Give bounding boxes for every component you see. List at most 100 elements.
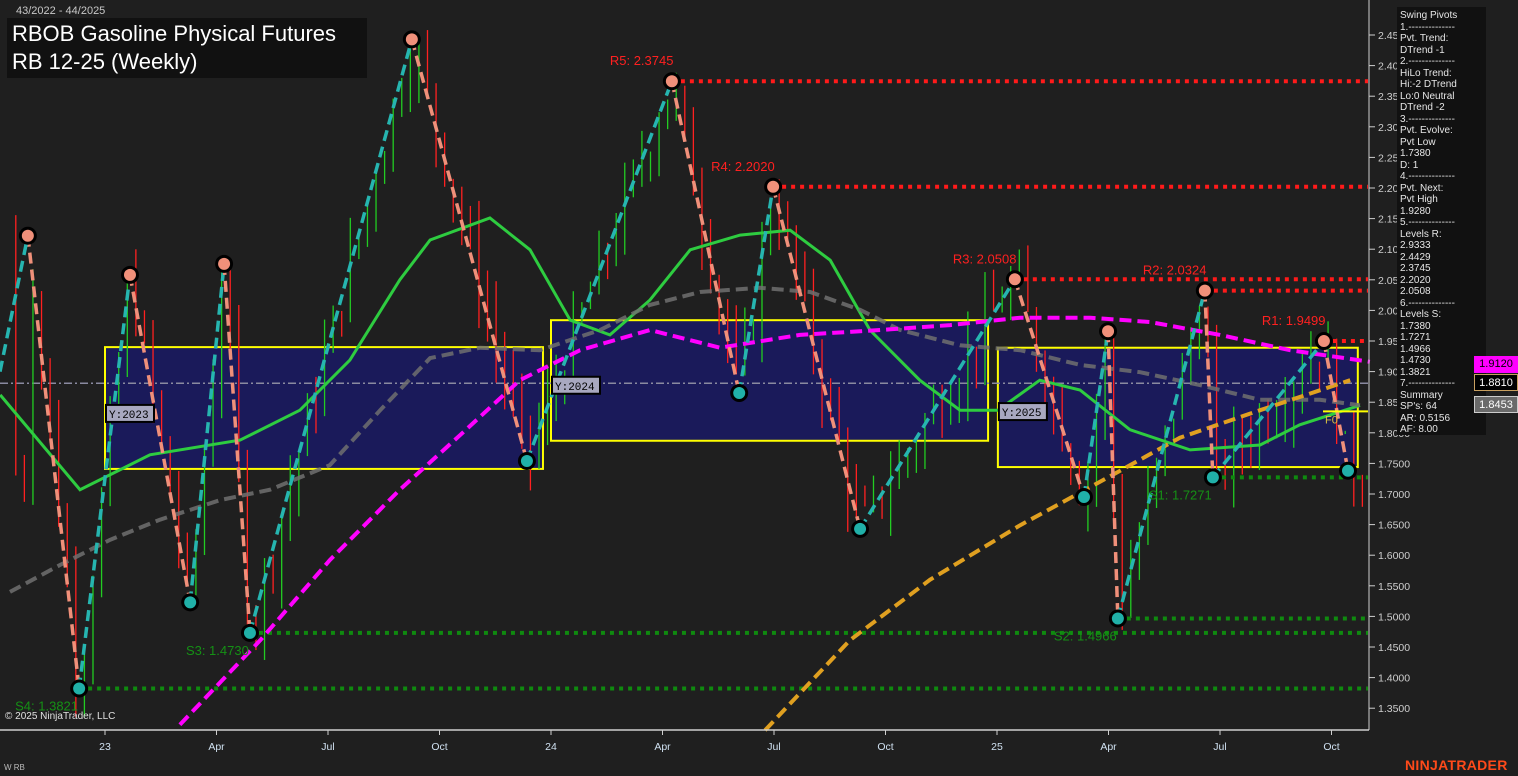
zigzag-up-leg	[77, 274, 132, 689]
info-line: 1.7380	[1400, 320, 1431, 332]
pivot-low-marker	[854, 522, 867, 535]
price-tick-label: 1.5500	[1378, 581, 1410, 593]
pivot-low-marker	[243, 626, 256, 639]
info-line: 2.0508	[1400, 286, 1431, 297]
level-label: S2: 1.4966	[1054, 628, 1117, 643]
time-tick-label: Apr	[654, 741, 671, 753]
pivot-low-marker	[733, 387, 746, 400]
pivot-low-marker	[1077, 491, 1090, 504]
pivot-high-marker	[665, 75, 678, 88]
copyright: © 2025 NinjaTrader, LLC	[5, 711, 116, 722]
price-tick-label: 1.4000	[1378, 673, 1410, 685]
info-line: D: 1	[1400, 159, 1419, 171]
info-line: 5.--------------	[1400, 217, 1455, 228]
info-line: Hi:-2 DTrend	[1400, 79, 1457, 90]
zigzag-up-leg	[0, 235, 30, 372]
pivot-high-marker	[767, 180, 780, 193]
time-tick-label: Apr	[208, 741, 225, 753]
info-line: 6.--------------	[1400, 297, 1455, 309]
swing-pivots-panel: Swing Pivots 1.-------------- Pvt. Trend: D…	[1397, 7, 1486, 435]
info-line: 2.3745	[1400, 263, 1431, 274]
time-tick-label: Jul	[1213, 741, 1226, 753]
price-tick-label: 1.6000	[1378, 550, 1410, 562]
info-line: 2.--------------	[1400, 56, 1455, 67]
info-line: Swing Pivots	[1400, 10, 1458, 21]
info-line: Pvt. Trend:	[1400, 33, 1449, 44]
time-tick-label: 24	[545, 741, 557, 753]
price-tag-magenta: 1.9120	[1474, 356, 1518, 373]
info-line: HiLo Trend:	[1400, 67, 1452, 79]
date-range: 43/2022 - 44/2025	[16, 5, 106, 17]
info-line: AR: 0.5156	[1400, 412, 1451, 424]
info-line: DTrend -2	[1400, 102, 1445, 113]
price-tick-label: 1.7500	[1378, 458, 1410, 470]
level-label: R5: 2.3745	[610, 53, 674, 68]
pivot-high-marker	[1198, 284, 1211, 297]
time-tick-label: Oct	[1323, 741, 1339, 753]
time-tick-label: 25	[991, 741, 1003, 753]
price-tick-label: 1.6500	[1378, 520, 1410, 532]
price-tag-last: 1.8810	[1474, 374, 1518, 391]
title-contract: RB 12-25 (Weekly)	[12, 49, 198, 74]
pivot-high-marker	[218, 257, 231, 270]
price-tag-gray: 1.8453	[1474, 396, 1518, 413]
info-line: 2.9333	[1400, 240, 1431, 251]
info-line: 1.7380	[1400, 148, 1431, 159]
pivot-low-marker	[520, 454, 533, 467]
zigzag-up-leg	[248, 38, 414, 634]
level-label: R3: 2.0508	[953, 251, 1017, 266]
f0-label: F0	[1325, 414, 1338, 426]
year-box-label: Y:2023	[109, 410, 149, 422]
info-line: Lo:0 Neutral	[1400, 90, 1455, 102]
ninjatrader-logo: NINJATRADER	[1405, 757, 1508, 773]
time-tick-label: 23	[99, 741, 111, 753]
info-line: AF: 8.00	[1400, 424, 1438, 435]
info-line: 4.--------------	[1400, 171, 1455, 182]
pivot-low-marker	[1342, 464, 1355, 477]
zigzag-down-leg	[26, 235, 81, 689]
pivot-low-marker	[184, 596, 197, 609]
instrument-label: W RB	[4, 763, 25, 772]
chart-title: RBOB Gasoline Physical Futures RB 12-25 …	[7, 18, 367, 78]
price-chart[interactable]: R5: 2.3745 R4: 2.2020 R3: 2.0508 R2: 2.0324…	[0, 0, 1518, 776]
info-line: DTrend -1	[1400, 44, 1445, 56]
title-instrument: RBOB Gasoline Physical Futures	[12, 21, 337, 46]
level-label: R1: 1.9499	[1262, 313, 1326, 328]
year-box-label: Y:2024	[555, 382, 595, 394]
price-tick-label: 1.7000	[1378, 489, 1410, 501]
info-line: 1.9280	[1400, 205, 1431, 217]
pivot-high-marker	[123, 268, 136, 281]
pivot-high-marker	[405, 33, 418, 46]
level-label: S1: 1.7271	[1149, 487, 1212, 502]
time-tick-label: Oct	[431, 741, 447, 753]
info-line: Pvt Low	[1400, 136, 1436, 148]
info-line: Pvt High	[1400, 194, 1438, 205]
level-label: R4: 2.2020	[711, 159, 775, 174]
pivot-high-marker	[1008, 273, 1021, 286]
pivot-low-marker	[1206, 471, 1219, 484]
pivot-low-marker	[73, 682, 86, 695]
info-line: 1.4966	[1400, 343, 1431, 355]
info-line: Pvt. Evolve:	[1400, 125, 1453, 136]
level-label: S3: 1.4730	[186, 643, 249, 658]
time-tick-label: Jul	[321, 741, 334, 753]
year-box-label: Y:2025	[1002, 408, 1042, 420]
pivot-high-marker	[1102, 325, 1115, 338]
info-line: Pvt. Next:	[1400, 182, 1444, 194]
price-tick-label: 1.4500	[1378, 642, 1410, 654]
info-line: Levels S:	[1400, 309, 1442, 320]
info-line: 3.--------------	[1400, 113, 1455, 125]
info-line: 2.2020	[1400, 274, 1431, 286]
info-line: 2.4429	[1400, 251, 1431, 263]
time-tick-label: Apr	[1100, 741, 1117, 753]
info-line: Levels R:	[1400, 228, 1442, 240]
time-tick-label: Oct	[877, 741, 893, 753]
info-line: 1.--------------	[1400, 21, 1455, 33]
pivot-high-marker	[21, 229, 34, 242]
price-tick-label: 1.3500	[1378, 703, 1410, 715]
time-tick-label: Jul	[767, 741, 780, 753]
price-tick-label: 1.5000	[1378, 611, 1410, 623]
pivot-high-marker	[1317, 335, 1330, 348]
info-line: 1.7271	[1400, 332, 1431, 343]
level-label: R2: 2.0324	[1143, 263, 1207, 278]
